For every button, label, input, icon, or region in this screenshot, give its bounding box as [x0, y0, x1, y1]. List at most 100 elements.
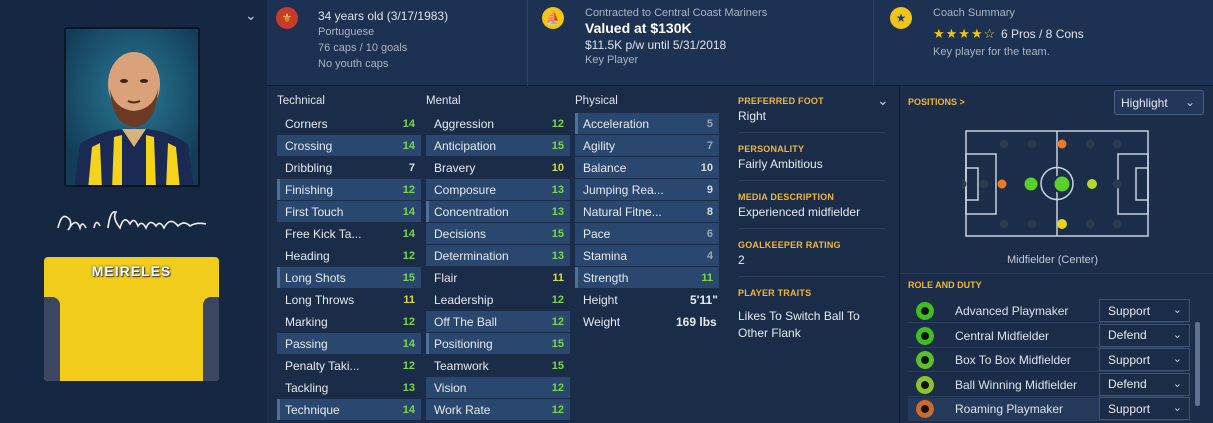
attribute-name: Penalty Taki... — [285, 358, 360, 373]
attribute-row[interactable]: Tackling 13 — [277, 377, 421, 398]
duty-dropdown[interactable]: Support ⌄ — [1099, 397, 1190, 420]
attribute-row[interactable]: Determination 13 — [426, 245, 570, 266]
duty-value: Defend — [1108, 328, 1147, 342]
technical-header: Technical — [277, 95, 325, 107]
attribute-name: Determination — [434, 248, 509, 263]
attribute-row[interactable]: Composure 13 — [426, 179, 570, 200]
player-signature — [57, 211, 207, 231]
attribute-value: 14 — [402, 403, 415, 416]
role-name: Ball Winning Midfielder — [955, 377, 1078, 392]
duty-dropdown[interactable]: Defend ⌄ — [1099, 323, 1190, 347]
attribute-row[interactable]: Balance 10 — [575, 157, 719, 178]
attribute-value: 12 — [402, 249, 415, 262]
coach-summary[interactable]: ★ Coach Summary ★★★★☆ 6 Pros / 8 Cons Ke… — [874, 0, 1213, 86]
attribute-name: Free Kick Ta... — [285, 226, 362, 241]
attribute-row[interactable]: Concentration 13 — [426, 201, 570, 222]
physical-attributes: Acceleration 5 Agility 7 Balance 10 Jumping Re… — [575, 113, 719, 289]
positions-title: POSITIONS — [908, 97, 958, 107]
attribute-name: Corners — [285, 116, 328, 131]
mental-header: Mental — [426, 95, 461, 107]
chevron-down-icon: ⌄ — [1172, 353, 1182, 365]
attribute-row[interactable]: Acceleration 5 — [575, 113, 719, 134]
attribute-row[interactable]: Leadership 12 — [426, 289, 570, 310]
attribute-row[interactable]: Penalty Taki... 12 — [277, 355, 421, 376]
duty-dropdown[interactable]: Defend ⌄ — [1099, 372, 1190, 396]
attribute-value: 12 — [551, 117, 564, 130]
chevron-down-icon[interactable]: ⌄ — [877, 92, 889, 109]
attribute-row[interactable]: Aggression 12 — [426, 113, 570, 134]
attribute-row[interactable]: Vision 12 — [426, 377, 570, 398]
attribute-row[interactable]: Work Rate 12 — [426, 399, 570, 420]
role-suitability-icon — [916, 326, 934, 345]
duty-dropdown[interactable]: Support ⌄ — [1099, 299, 1190, 322]
attribute-value: 15 — [551, 359, 564, 372]
attribute-row[interactable]: First Touch 14 — [277, 201, 421, 222]
attribute-name: Vision — [434, 380, 467, 395]
attribute-row[interactable]: Finishing 12 — [277, 179, 421, 200]
attribute-value: 14 — [402, 117, 415, 130]
attribute-row[interactable]: Anticipation 15 — [426, 135, 570, 156]
duty-value: Support — [1108, 352, 1151, 367]
portugal-crest-icon: ⚜ — [276, 7, 298, 29]
attribute-name: Acceleration — [583, 116, 650, 131]
attribute-row[interactable]: Crossing 14 — [277, 135, 421, 156]
chevron-down-icon: ⌄ — [1184, 95, 1195, 109]
attribute-value: 12 — [551, 293, 564, 306]
attribute-name: Technique — [285, 402, 340, 417]
attribute-name: Teamwork — [434, 358, 489, 373]
attribute-row[interactable]: Strength 11 — [575, 267, 719, 288]
preferred-foot-value: Right — [738, 109, 767, 123]
attribute-value: 6 — [706, 227, 713, 240]
attribute-value: 12 — [551, 403, 564, 416]
chevron-down-icon[interactable]: ⌄ — [245, 7, 257, 24]
attribute-row[interactable]: Teamwork 15 — [426, 355, 570, 376]
attribute-row[interactable]: Marking 12 — [277, 311, 421, 332]
attribute-name: Strength — [583, 270, 629, 285]
attribute-value: 12 — [402, 359, 415, 372]
attribute-row[interactable]: Heading 12 — [277, 245, 421, 266]
attribute-row[interactable]: Jumping Rea... 9 — [575, 179, 719, 200]
role-suitability-icon — [916, 351, 934, 369]
attribute-value: 10 — [551, 161, 564, 174]
attribute-row[interactable]: Free Kick Ta... 14 — [277, 223, 421, 244]
attribute-row[interactable]: Off The Ball 12 — [426, 311, 570, 332]
player-info-column: PREFERRED FOOT ⌄ Right PERSONALITY Fairl… — [730, 90, 895, 423]
duty-dropdown[interactable]: Support ⌄ — [1099, 348, 1190, 371]
attribute-row[interactable]: Dribbling 7 — [277, 157, 421, 178]
attribute-row[interactable]: Technique 14 — [277, 399, 421, 420]
attribute-value: 7 — [706, 139, 713, 152]
attribute-row[interactable]: Natural Fitne... 8 — [575, 201, 719, 222]
attribute-value: 12 — [551, 315, 564, 328]
attribute-row[interactable]: Bravery 10 — [426, 157, 570, 178]
player-trait-item: Likes To Switch Ball To Other Flank — [738, 309, 860, 340]
attribute-row[interactable]: Long Throws 11 — [277, 289, 421, 310]
attribute-row[interactable]: Decisions 15 — [426, 223, 570, 244]
media-description-value: Experienced midfielder — [738, 205, 861, 219]
attribute-name: Decisions — [434, 226, 487, 241]
positions-link[interactable]: POSITIONS > — [908, 97, 965, 107]
highlight-label: Highlight — [1121, 95, 1168, 110]
attribute-row[interactable]: Stamina 4 — [575, 245, 719, 266]
attribute-value: 14 — [402, 227, 415, 240]
attribute-row[interactable]: Agility 7 — [575, 135, 719, 156]
attribute-row[interactable]: Corners 14 — [277, 113, 421, 134]
player-portrait — [64, 27, 200, 187]
attribute-value: 4 — [706, 249, 713, 262]
attribute-row[interactable]: Flair 11 — [426, 267, 570, 288]
attribute-row[interactable]: Passing 14 — [277, 333, 421, 354]
media-description-label: MEDIA DESCRIPTION — [738, 192, 835, 202]
weight-label: Weight — [583, 315, 621, 329]
attribute-name: Off The Ball — [434, 314, 497, 329]
roles-scrollbar[interactable] — [1195, 322, 1200, 406]
attribute-row[interactable]: Long Shots 15 — [277, 267, 421, 288]
chevron-down-icon: ⌄ — [1172, 304, 1182, 316]
attribute-name: Balance — [583, 160, 627, 175]
technical-attributes: Corners 14 Crossing 14 Dribbling 7 Finishing 12… — [277, 113, 421, 420]
attribute-row[interactable]: Positioning 15 — [426, 333, 570, 354]
duty-value: Defend — [1108, 377, 1147, 391]
highlight-dropdown[interactable]: Highlight ⌄ — [1114, 90, 1204, 115]
attribute-value: 5 — [706, 117, 713, 130]
contract-details: ⛵ Contracted to Central Coast Mariners V… — [528, 0, 873, 86]
attribute-name: Bravery — [434, 160, 476, 175]
attribute-row[interactable]: Pace 6 — [575, 223, 719, 244]
